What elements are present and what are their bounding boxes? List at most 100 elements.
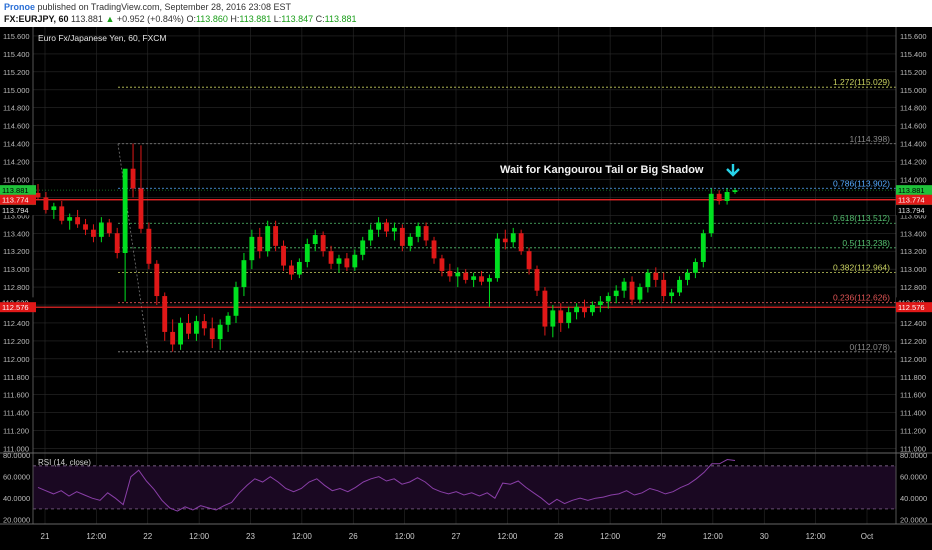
y-tick-label-left: 113.400 <box>3 229 30 238</box>
price-label-level-right: 113.774 <box>896 194 932 205</box>
candle-body <box>138 188 144 229</box>
candle-body <box>352 254 358 268</box>
candle-body <box>170 331 176 345</box>
x-tick-label: 12:00 <box>189 532 210 541</box>
candle-body <box>289 265 294 275</box>
symbol-name: FX:EURJPY, 60 <box>4 14 69 24</box>
x-tick-label: Oct <box>861 532 874 541</box>
rsi-tick-label-right: 20.0000 <box>900 516 927 525</box>
candle-body <box>613 290 619 297</box>
candle-body <box>91 229 96 237</box>
y-tick-label-left: 115.400 <box>3 50 30 59</box>
x-tick-label: 12:00 <box>497 532 518 541</box>
candle-body <box>423 226 429 241</box>
price-chart[interactable]: 1.272(115.029) 1(114.398) 0.786(113.902) 0.… <box>0 27 932 550</box>
price-label-last-right: 113.881 <box>896 185 932 196</box>
y-tick-label-right: 114.000 <box>900 175 927 184</box>
price-label-last-left: 113.881 <box>0 185 36 196</box>
candle-body <box>692 261 698 273</box>
y-tick-label-left: 114.200 <box>3 158 30 167</box>
y-tick-label-left: 112.400 <box>3 319 30 328</box>
x-tick-label: 29 <box>657 532 666 541</box>
annotation-text[interactable]: Wait for Kangourou Tail or Big Shadow <box>500 164 704 176</box>
rsi-band-fill <box>33 465 896 509</box>
candle-body <box>249 236 255 261</box>
candle-body <box>502 238 508 243</box>
candle-body <box>621 281 627 291</box>
candle-body <box>455 272 461 277</box>
y-tick-label-right: 113.000 <box>900 265 927 274</box>
candle-body <box>304 244 310 262</box>
price-label-text: 112.576 <box>898 303 925 312</box>
candle-body <box>384 222 389 232</box>
y-tick-label-right: 115.400 <box>900 50 927 59</box>
candle-body <box>320 235 326 252</box>
rsi-tick-label-left: 20.0000 <box>3 516 30 525</box>
x-tick-label: 12:00 <box>806 532 827 541</box>
y-tick-label-right: 115.600 <box>900 32 927 41</box>
x-tick-label: 23 <box>246 532 255 541</box>
publish-info: published on TradingView.com, September … <box>37 2 292 12</box>
symbol-line: FX:EURJPY, 60 113.881 ▲ +0.952 (+0.84%) … <box>4 14 357 24</box>
high-label: H: <box>230 14 240 24</box>
rsi-tick-label-right: 60.0000 <box>900 473 927 482</box>
fib-label-0.786: 0.786(113.902) <box>833 178 890 188</box>
x-tick-label: 28 <box>554 532 563 541</box>
y-tick-label-right: 111.800 <box>900 373 926 382</box>
price-label-level-right: 112.576 <box>896 302 932 313</box>
candle-body <box>510 233 516 243</box>
candle-body <box>526 251 532 270</box>
y-tick-label-left: 111.800 <box>3 373 29 382</box>
candle-body <box>344 258 350 268</box>
candle-body <box>677 279 682 293</box>
y-tick-label-left: 111.200 <box>3 427 29 436</box>
candle-body <box>114 233 120 254</box>
x-tick-label: 12:00 <box>703 532 724 541</box>
price-label-text: 113.774 <box>2 196 29 205</box>
fib-label-0.382: 0.382(112.964) <box>833 262 890 272</box>
candle-body <box>376 222 382 230</box>
candle-body <box>98 222 104 237</box>
candle-body <box>217 324 223 340</box>
y-tick-label-right: 115.200 <box>900 68 927 77</box>
x-tick-label: 30 <box>760 532 769 541</box>
candle-body <box>162 296 168 332</box>
candle-body <box>661 279 667 297</box>
candle-body <box>360 240 366 255</box>
y-tick-label-right: 112.200 <box>900 337 927 346</box>
candle-body <box>312 235 318 245</box>
rsi-tick-label-left: 80.0000 <box>3 451 30 460</box>
candle-body <box>201 321 207 329</box>
last-price: 113.881 <box>71 14 103 24</box>
y-tick-label-left: 115.600 <box>3 32 30 41</box>
candle-body <box>225 315 231 325</box>
candle-body <box>605 296 611 302</box>
x-tick-label: 26 <box>349 532 358 541</box>
x-tick-label: 21 <box>41 532 50 541</box>
candle-body <box>193 321 199 334</box>
candle-body <box>471 276 477 280</box>
candle-up <box>494 233 500 282</box>
y-tick-label-left: 114.600 <box>3 122 30 131</box>
candle-body <box>407 236 413 246</box>
y-tick-label-left: 114.000 <box>3 175 30 184</box>
candle-body <box>700 233 706 262</box>
candle-body <box>542 290 548 327</box>
candle-body <box>431 240 437 259</box>
close-value: 113.881 <box>324 14 357 24</box>
publisher-name[interactable]: Pronoe <box>4 2 35 12</box>
candle-body <box>106 222 112 234</box>
rsi-tick-label-left: 40.0000 <box>3 494 30 503</box>
candle-body <box>463 272 469 280</box>
candle-body <box>637 287 643 300</box>
y-tick-label-right: 113.400 <box>900 229 927 238</box>
x-tick-label: 12:00 <box>600 532 621 541</box>
candle-body <box>732 190 738 193</box>
candle-body <box>233 287 239 316</box>
y-tick-label-right: 115.000 <box>900 86 927 95</box>
candle-body <box>146 228 152 264</box>
price-label-level-left: 113.774 <box>0 194 36 205</box>
rsi-tick-label-right: 40.0000 <box>900 494 927 503</box>
fib-label-0.5: 0.5(113.238) <box>842 238 890 248</box>
price-label-text: 113.794 <box>898 206 925 215</box>
